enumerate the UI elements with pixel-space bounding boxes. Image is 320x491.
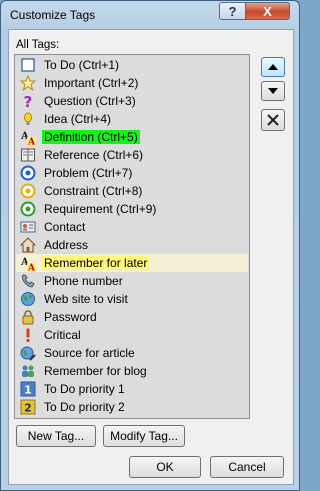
tag-label: To Do (Ctrl+1) [44,58,120,72]
tag-list-item[interactable]: 1 To Do priority 1 [16,380,248,398]
exclamation-icon [20,327,36,343]
tag-list-item[interactable]: Remember for blog [16,362,248,380]
tag-list-item[interactable]: Critical [16,326,248,344]
tag-label: Remember for blog [44,364,147,378]
tag-label: Web site to visit [44,292,128,306]
move-up-button[interactable] [261,57,285,77]
customize-tags-dialog: Customize Tags ? X All Tags: To Do (Ctrl… [0,0,300,491]
contact-card-icon [20,219,36,235]
svg-text:A: A [27,264,36,272]
tag-list-item[interactable]: Address [16,236,248,254]
svg-text:A: A [27,138,36,146]
tag-label: Definition (Ctrl+5) [42,130,140,144]
tag-label: Phone number [44,274,123,288]
dialog-body: All Tags: To Do (Ctrl+1) Important (Ctrl+… [8,29,294,485]
tag-label: Problem (Ctrl+7) [44,166,133,180]
title-bar: Customize Tags ? X [1,1,299,29]
yellow-target-icon [20,183,36,199]
tag-label: Requirement (Ctrl+9) [44,202,157,216]
priority-1-icon: 1 [20,381,36,397]
checkbox-icon [20,57,36,73]
cancel-button[interactable]: Cancel [210,456,284,478]
tag-list-item[interactable]: Important (Ctrl+2) [16,74,248,92]
up-triangle-icon [268,64,278,70]
tag-list-item[interactable]: ? Question (Ctrl+3) [16,92,248,110]
globe-pen-icon [20,345,36,361]
green-target-icon [20,201,36,217]
help-button[interactable]: ? [219,2,246,20]
window-title: Customize Tags [10,8,96,22]
people-icon [20,363,36,379]
globe-icon [20,291,36,307]
tag-label: Idea (Ctrl+4) [44,112,112,126]
star-icon [20,75,36,91]
help-icon: ? [228,3,237,19]
tag-list-item[interactable]: 2 To Do priority 2 [16,398,248,416]
tag-label: Constraint (Ctrl+8) [44,184,143,198]
tag-list-item[interactable]: Phone number [16,272,248,290]
close-icon: X [263,3,272,19]
tag-list-item[interactable]: Requirement (Ctrl+9) [16,200,248,218]
lightbulb-icon [20,111,36,127]
phone-icon [20,273,36,289]
tag-label: Important (Ctrl+2) [44,76,139,90]
move-down-button[interactable] [261,81,285,101]
close-button[interactable]: X [245,2,290,20]
tag-list-item[interactable]: Reference (Ctrl+6) [16,146,248,164]
tag-label: Reference (Ctrl+6) [44,148,144,162]
svg-text:1: 1 [24,384,32,397]
tag-list-item[interactable]: Idea (Ctrl+4) [16,110,248,128]
tag-list-item[interactable]: To Do (Ctrl+1) [16,56,248,74]
highlighter-text-icon: AA [20,255,36,271]
tag-list-item[interactable]: Contact [16,218,248,236]
tags-list[interactable]: To Do (Ctrl+1) Important (Ctrl+2)? Questio… [14,54,250,419]
delete-tag-button[interactable] [261,109,285,131]
svg-text:2: 2 [24,402,32,415]
priority-2-icon: 2 [20,399,36,415]
tag-label: To Do priority 1 [44,382,125,396]
svg-text:?: ? [24,93,33,109]
tag-label: To Do priority 2 [44,400,125,414]
ok-button[interactable]: OK [129,456,201,478]
tag-list-item[interactable]: A A Remember for later [16,254,248,272]
book-icon [20,147,36,163]
highlighter-text-icon: AA [20,129,36,145]
tag-label: Source for article [44,346,135,360]
tag-label: Question (Ctrl+3) [44,94,136,108]
tag-list-item[interactable]: Constraint (Ctrl+8) [16,182,248,200]
all-tags-label: All Tags: [16,39,60,51]
tag-list-item[interactable]: A A Definition (Ctrl+5) [16,128,248,146]
tag-label: Remember for later [42,256,150,270]
tag-list-item[interactable]: Source for article [16,344,248,362]
question-mark-icon: ? [20,93,36,109]
tag-list-item[interactable]: Web site to visit [16,290,248,308]
delete-x-icon [267,114,279,126]
tag-label: Address [44,238,89,252]
new-tag-button[interactable]: New Tag... [16,425,96,447]
tag-label: Contact [44,220,86,234]
house-icon [20,237,36,253]
blue-target-icon [20,165,36,181]
down-triangle-icon [268,88,278,94]
modify-tag-button[interactable]: Modify Tag... [103,425,185,447]
padlock-icon [20,309,36,325]
tag-label: Password [44,310,97,324]
tag-list-item[interactable]: Problem (Ctrl+7) [16,164,248,182]
tag-list-item[interactable]: Password [16,308,248,326]
tag-label: Critical [44,328,81,342]
